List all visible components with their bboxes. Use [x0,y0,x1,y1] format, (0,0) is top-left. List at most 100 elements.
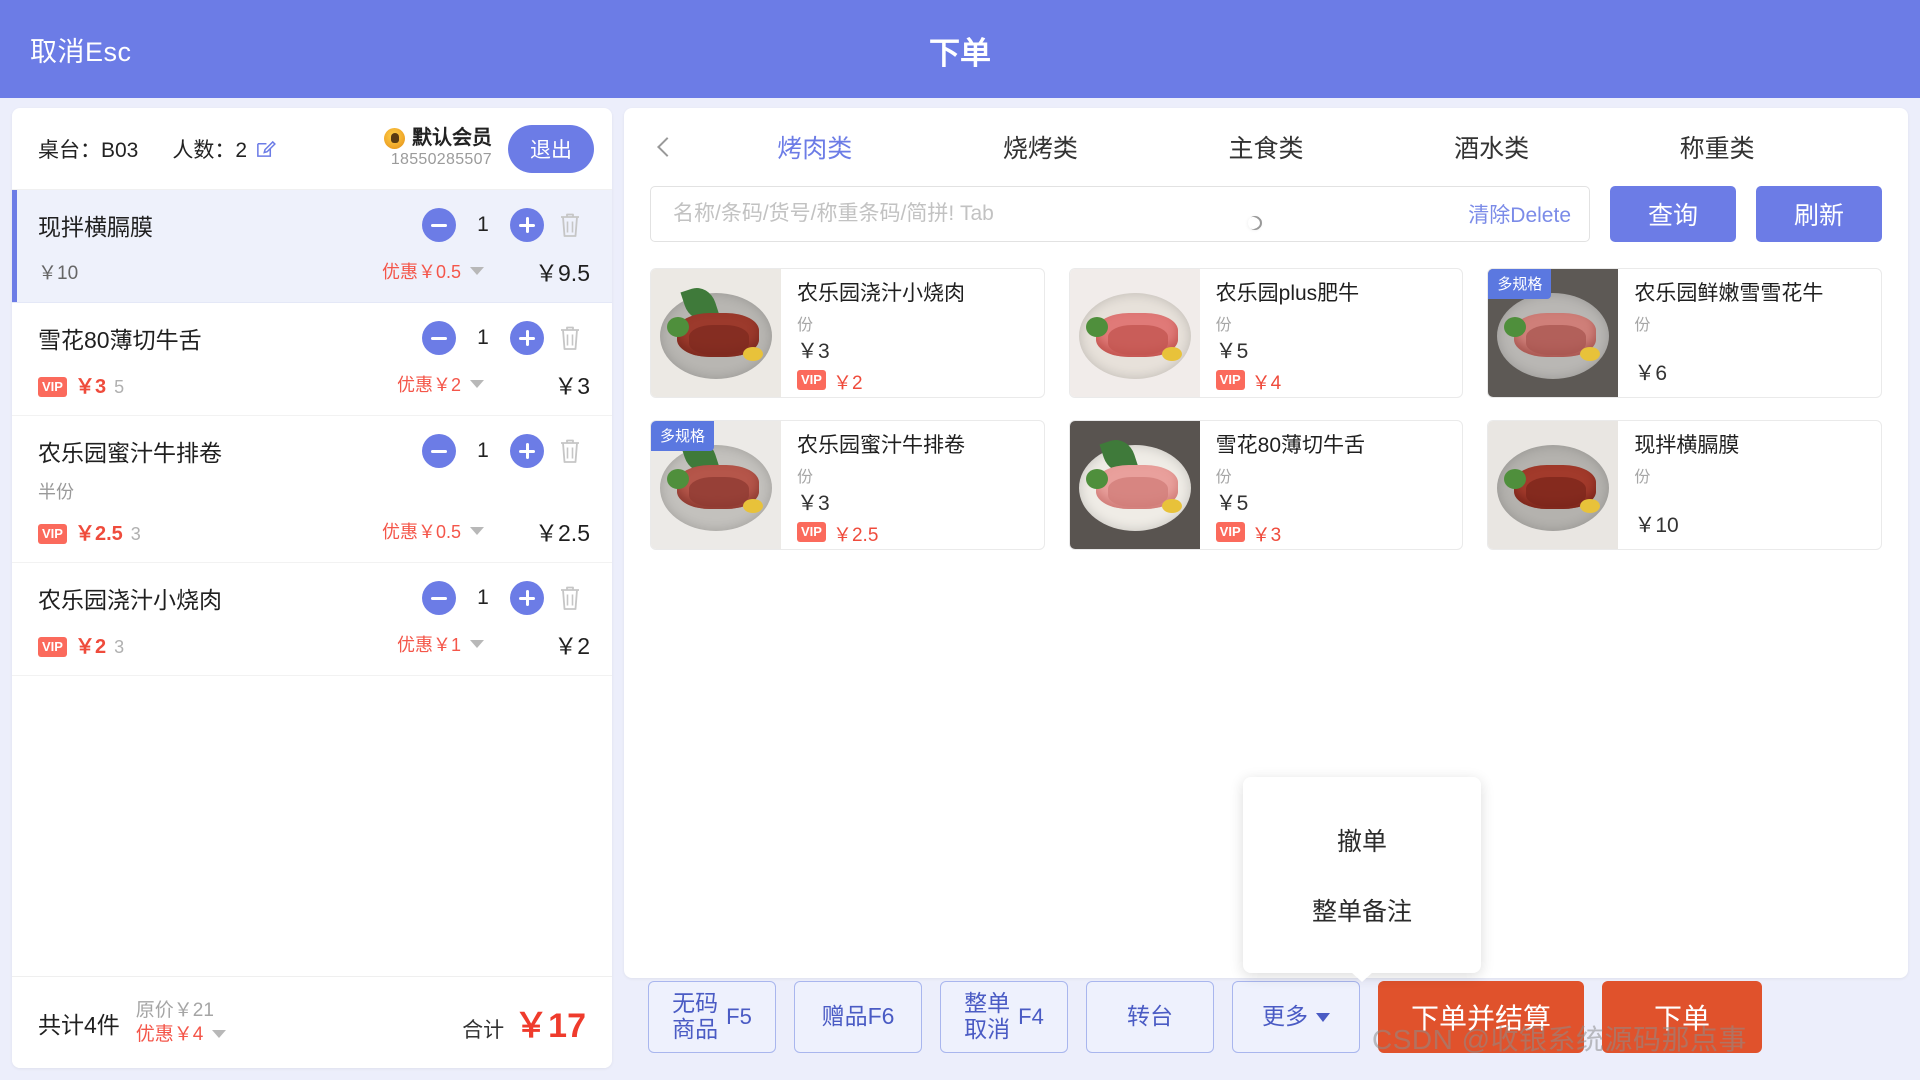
product-thumbnail [651,269,781,397]
cart-item-discount[interactable]: 优惠￥2 [397,371,461,397]
cart-item-discount[interactable]: 优惠￥0.5 [382,518,461,544]
query-button[interactable]: 查询 [1610,186,1736,242]
function-button-label: 转台 [1127,1003,1173,1030]
chevron-left-icon [657,137,677,157]
product-card[interactable]: 雪花80薄切牛舌份 ￥5 VIP ￥3 [1068,420,1464,550]
chevron-down-icon[interactable] [470,640,484,648]
increase-quantity-button[interactable] [510,208,544,242]
vip-price: ￥2 [74,635,107,658]
product-vip-price-row: VIP ￥4 [1215,368,1447,395]
cart-item-discount[interactable]: 优惠￥0.5 [382,258,461,284]
quantity-value: 1 [477,326,489,349]
cart-item-name: 农乐园蜜汁牛排卷 [38,440,222,466]
search-input[interactable] [673,202,1469,226]
cart-item-price: ￥10 [38,258,382,285]
quantity-stepper[interactable]: 1 [422,208,590,242]
category-next-button[interactable] [1245,125,1882,233]
chevron-down-icon[interactable] [470,527,484,535]
category-bar: 烤肉类 烧烤类 主食类 酒水类 称重类 [624,108,1908,233]
cart-summary: 共计4件 原价￥21 优惠￥4 合计 ￥17 [12,976,612,1068]
product-card[interactable]: 农乐园浇汁小烧肉份 ￥3 VIP ￥2 [650,268,1045,398]
member-name: 默认会员 [412,127,492,150]
increase-quantity-button[interactable] [510,434,544,468]
function-button-4[interactable]: 更多 [1232,981,1360,1053]
product-unit: 份 [797,317,814,335]
cart-item-row[interactable]: 雪花80薄切牛舌 1 VIP ￥3 5 优惠￥2 ￥3 [12,303,612,416]
logout-button[interactable]: 退出 [508,124,594,173]
function-button-2[interactable]: 整单 取消 F4 [940,981,1068,1053]
cart-item-price: VIP ￥2 3 [38,630,397,659]
cart-item-row[interactable]: 现拌横膈膜 1 ￥10 优惠￥0.5 ￥9.5 [12,190,612,303]
cart-item-row[interactable]: 农乐园浇汁小烧肉 1 VIP ￥2 3 优惠￥1 ￥2 [12,563,612,676]
category-tab-0[interactable]: 烤肉类 [767,123,862,171]
top-bar: 取消Esc 下单 [0,0,1920,98]
decrease-quantity-button[interactable] [422,434,456,468]
vip-badge: VIP [38,523,67,544]
function-button-shortcut: F5 [726,1003,752,1029]
product-name: 雪花80薄切牛舌 [1215,434,1366,457]
cart-item-total: ￥2 [554,633,590,659]
product-thumbnail [1069,421,1200,549]
function-button-label-line1: 无码 [672,990,719,1017]
decrease-quantity-button[interactable] [422,321,456,355]
category-tab-4[interactable]: 称重类 [1670,123,1765,171]
function-button-label-line1: 整单 [964,990,1011,1017]
quantity-stepper[interactable]: 1 [422,321,590,355]
grand-total-label: 合计 [462,1019,505,1042]
product-card[interactable]: 现拌横膈膜份 ￥10 [1487,420,1882,550]
total-count-label: 共计4件 [38,1011,120,1038]
product-unit: 份 [1634,469,1651,487]
vip-price: ￥2 [832,373,863,395]
function-button-0[interactable]: 无码 商品 F5 [648,981,776,1053]
quantity-stepper[interactable]: 1 [422,581,590,615]
cart-item-name: 农乐园浇汁小烧肉 [38,587,222,613]
product-name: 农乐园鲜嫩雪雪花牛 [1634,282,1824,305]
delete-icon[interactable] [550,211,590,239]
original-price-label: 原价￥21 [135,999,214,1021]
summary-discount[interactable]: 优惠￥4 [136,1023,227,1047]
submit-and-pay-button[interactable]: 下单并结算 [1378,981,1584,1053]
chevron-down-icon[interactable] [470,267,484,275]
submit-order-button[interactable]: 下单 [1602,981,1762,1053]
product-card[interactable]: 多规格 农乐园蜜汁牛排卷份 ￥3 VIP ￥2.5 [650,420,1045,550]
unit-price: ￥10 [38,262,79,284]
delete-icon[interactable] [550,324,590,352]
product-thumbnail: 多规格 [1488,269,1619,397]
product-image [1488,421,1619,549]
cart-item-discount[interactable]: 优惠￥1 [397,631,461,657]
function-button-label: 更多 [1262,1003,1308,1030]
function-button-3[interactable]: 转台 [1086,981,1214,1053]
cart-item-total: ￥3 [554,373,590,399]
increase-quantity-button[interactable] [510,321,544,355]
multi-spec-badge: 多规格 [651,421,715,451]
product-card[interactable]: 农乐园plus肥牛份 ￥5 VIP ￥4 [1068,268,1464,398]
summary-discount-label: 优惠￥4 [135,1023,204,1045]
search-box[interactable]: 清除Delete [650,186,1590,242]
increase-quantity-button[interactable] [510,581,544,615]
function-button-1[interactable]: 赠品F6 [794,981,922,1053]
delete-icon[interactable] [550,437,590,465]
chevron-down-icon[interactable] [212,1030,227,1039]
category-prev-button[interactable] [650,125,684,169]
delete-icon[interactable] [550,584,590,612]
category-tab-3[interactable]: 酒水类 [1444,123,1539,171]
cart-header: 桌台：B03 人数：2 默认会员 18550285507 退出 [12,108,612,190]
refresh-button[interactable]: 刷新 [1756,186,1882,242]
category-tab-1[interactable]: 烧烤类 [993,123,1088,171]
menu-item-order-remark[interactable]: 整单备注 [1312,892,1412,928]
product-card[interactable]: 多规格 农乐园鲜嫩雪雪花牛份 ￥6 [1487,268,1882,398]
quantity-stepper[interactable]: 1 [422,434,590,468]
original-price: 5 [114,376,125,397]
category-tab-2[interactable]: 主食类 [1218,123,1313,171]
decrease-quantity-button[interactable] [422,581,456,615]
more-menu-popover: 撤单 整单备注 [1243,777,1481,973]
decrease-quantity-button[interactable] [422,208,456,242]
cart-panel: 桌台：B03 人数：2 默认会员 18550285507 退出 现拌横膈膜 1 ￥1… [12,108,612,1068]
cart-item-row[interactable]: 农乐园蜜汁牛排卷 1 半份 VIP ￥2.5 3 优惠￥0.5 ￥2.5 [12,416,612,563]
menu-item-cancel-order[interactable]: 撤单 [1337,822,1387,858]
edit-icon[interactable] [255,138,276,159]
clear-delete-button[interactable]: 清除Delete [1468,199,1571,229]
cart-item-total: ￥9.5 [535,260,590,286]
chevron-down-icon[interactable] [470,380,484,388]
vip-badge: VIP [1215,369,1245,390]
